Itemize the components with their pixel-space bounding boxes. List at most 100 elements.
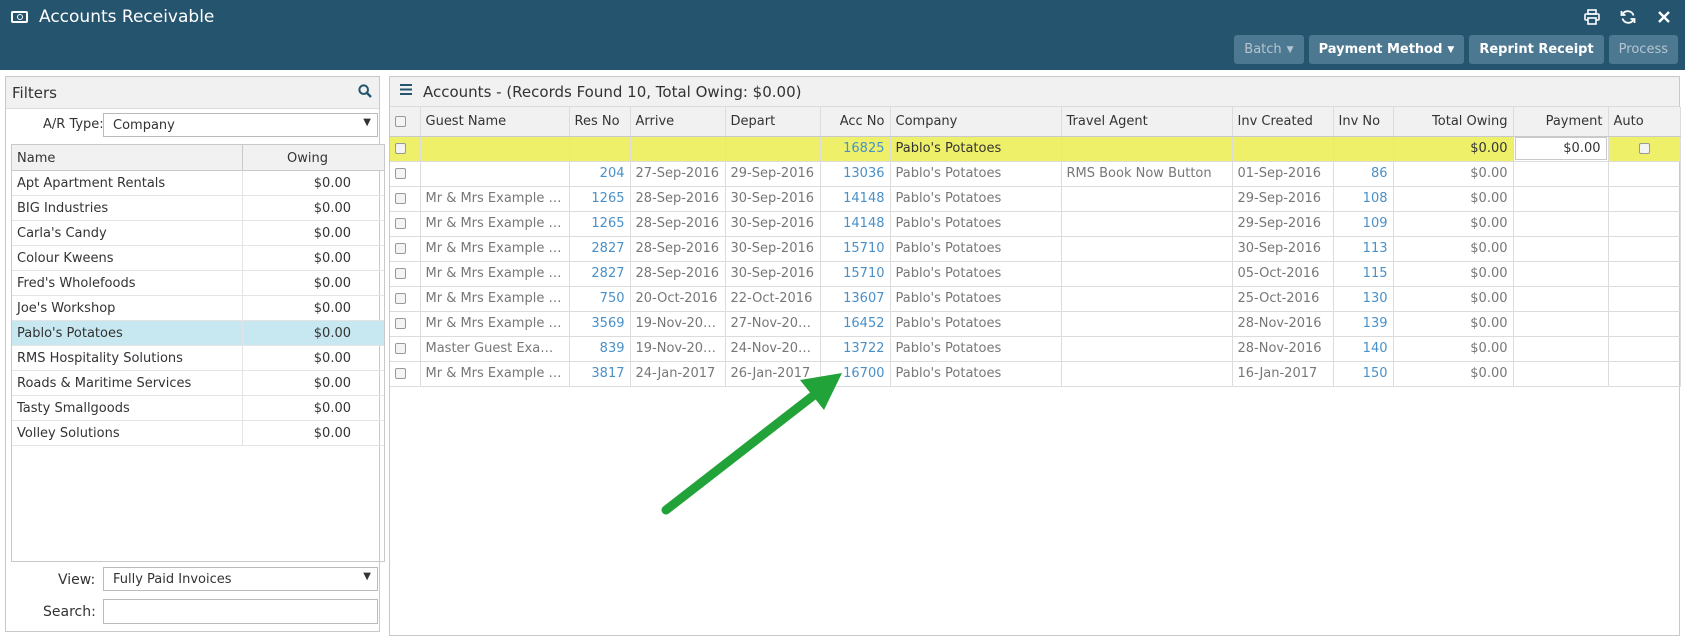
row-checkbox[interactable] <box>395 193 406 204</box>
search-icon[interactable] <box>358 83 372 102</box>
reprint-receipt-button[interactable]: Reprint Receipt <box>1469 35 1604 64</box>
accounts-table: Guest Name Res No Arrive Depart Acc No C… <box>390 107 1681 387</box>
close-icon[interactable] <box>1653 6 1675 28</box>
acc-no[interactable]: 15710 <box>820 236 891 262</box>
row-checkbox[interactable] <box>395 168 406 179</box>
list-item[interactable]: Fred's Wholefoods $0.00 <box>12 271 384 296</box>
row-checkbox[interactable] <box>395 218 406 229</box>
column-header-res-no[interactable]: Res No <box>569 107 631 137</box>
toolbar: Batch ▼ Payment Method ▼ Reprint Receipt P… <box>1234 35 1678 64</box>
row-checkbox[interactable] <box>395 268 406 279</box>
res-no[interactable]: 839 <box>569 336 631 362</box>
acc-no[interactable]: 13036 <box>820 161 891 187</box>
column-header-inv-created[interactable]: Inv Created <box>1232 107 1334 137</box>
hamburger-menu-icon[interactable] <box>400 84 412 99</box>
acc-no[interactable]: 13607 <box>820 286 891 312</box>
refresh-icon[interactable] <box>1617 6 1639 28</box>
row-checkbox[interactable] <box>395 318 406 329</box>
inv-no[interactable]: 109 <box>1333 211 1394 237</box>
acc-no[interactable]: 16700 <box>820 361 891 387</box>
summary-acc-no[interactable]: 16825 <box>820 136 891 162</box>
table-row[interactable]: Mr & Mrs Example G... 2827 28-Sep-2016 30-S… <box>390 236 1681 262</box>
res-no[interactable]: 204 <box>569 161 631 187</box>
ar-type-row: A/R Type: Company ▼ <box>6 113 379 139</box>
summary-checkbox[interactable] <box>395 143 406 154</box>
table-row[interactable]: Mr & Mrs Example G... 750 20-Oct-2016 22-Oc… <box>390 286 1681 312</box>
res-no[interactable]: 1265 <box>569 211 631 237</box>
payment-input[interactable]: $0.00 <box>1514 137 1607 160</box>
acc-no[interactable]: 14148 <box>820 211 891 237</box>
summary-row[interactable]: 16825 Pablo's Potatoes $0.00 $0.00 <box>390 136 1681 162</box>
column-header-depart[interactable]: Depart <box>725 107 821 137</box>
inv-created: 01-Sep-2016 <box>1232 161 1334 187</box>
column-header-inv-no[interactable]: Inv No <box>1333 107 1394 137</box>
column-header-arrive[interactable]: Arrive <box>630 107 726 137</box>
table-row[interactable]: Master Guest Example 839 19-Nov-2016 24-Nov… <box>390 336 1681 362</box>
acc-no[interactable]: 16452 <box>820 311 891 337</box>
table-row[interactable]: Mr & Mrs Example G... 2827 28-Sep-2016 30-S… <box>390 261 1681 287</box>
inv-no[interactable]: 108 <box>1333 186 1394 212</box>
search-input[interactable] <box>103 599 378 624</box>
arrive-date: 28-Sep-2016 <box>630 186 726 212</box>
list-item[interactable]: BIG Industries $0.00 <box>12 196 384 221</box>
res-no[interactable]: 750 <box>569 286 631 312</box>
table-row[interactable]: Mr & Mrs Example G... 3817 24-Jan-2017 26-J… <box>390 361 1681 387</box>
column-header-total-owing[interactable]: Total Owing <box>1393 107 1514 137</box>
row-checkbox[interactable] <box>395 293 406 304</box>
acc-no[interactable]: 13722 <box>820 336 891 362</box>
row-select-cell <box>390 161 421 187</box>
table-row[interactable]: Mr & Mrs Example G... 1265 28-Sep-2016 30-S… <box>390 186 1681 212</box>
view-select[interactable]: Fully Paid Invoices ▼ <box>103 567 378 591</box>
list-item[interactable]: Pablo's Potatoes $0.00 <box>12 321 384 346</box>
column-header-acc-no[interactable]: Acc No <box>820 107 891 137</box>
ar-type-select[interactable]: Company ▼ <box>103 113 378 137</box>
res-no[interactable]: 2827 <box>569 236 631 262</box>
list-item[interactable]: Colour Kweens $0.00 <box>12 246 384 271</box>
list-item[interactable]: RMS Hospitality Solutions $0.00 <box>12 346 384 371</box>
row-checkbox[interactable] <box>395 243 406 254</box>
batch-button[interactable]: Batch ▼ <box>1234 35 1304 64</box>
inv-created: 29-Sep-2016 <box>1232 186 1334 212</box>
column-header-guest-name[interactable]: Guest Name <box>420 107 570 137</box>
inv-no[interactable]: 150 <box>1333 361 1394 387</box>
table-row[interactable]: Mr & Mrs Example G... 3569 19-Nov-2016 27-N… <box>390 311 1681 337</box>
res-no[interactable]: 3817 <box>569 361 631 387</box>
list-item[interactable]: Roads & Maritime Services $0.00 <box>12 371 384 396</box>
column-header-company[interactable]: Company <box>890 107 1062 137</box>
list-item[interactable]: Carla's Candy $0.00 <box>12 221 384 246</box>
payment-cell <box>1513 186 1609 212</box>
guest-name: Mr & Mrs Example G... <box>420 361 570 387</box>
res-no[interactable]: 1265 <box>569 186 631 212</box>
inv-no[interactable]: 140 <box>1333 336 1394 362</box>
column-header-auto[interactable]: Auto <box>1608 107 1681 137</box>
table-row[interactable]: 204 27-Sep-2016 29-Sep-2016 13036 Pablo's Po… <box>390 161 1681 187</box>
list-item[interactable]: Apt Apartment Rentals $0.00 <box>12 171 384 196</box>
list-item[interactable]: Volley Solutions $0.00 <box>12 421 384 446</box>
inv-no[interactable]: 139 <box>1333 311 1394 337</box>
depart-date: 26-Jan-2017 <box>725 361 821 387</box>
process-button[interactable]: Process <box>1608 35 1678 64</box>
list-item[interactable]: Tasty Smallgoods $0.00 <box>12 396 384 421</box>
print-icon[interactable] <box>1581 6 1603 28</box>
inv-no[interactable]: 86 <box>1333 161 1394 187</box>
column-header-travel-agent[interactable]: Travel Agent <box>1061 107 1233 137</box>
list-item[interactable]: Joe's Workshop $0.00 <box>12 296 384 321</box>
summary-auto-cell <box>1608 136 1681 162</box>
res-no[interactable]: 2827 <box>569 261 631 287</box>
row-checkbox[interactable] <box>395 368 406 379</box>
payment-method-button[interactable]: Payment Method ▼ <box>1308 35 1465 64</box>
table-row[interactable]: Mr & Mrs Example G... 1265 28-Sep-2016 30-S… <box>390 211 1681 237</box>
res-no[interactable]: 3569 <box>569 311 631 337</box>
inv-no[interactable]: 115 <box>1333 261 1394 287</box>
acc-no[interactable]: 15710 <box>820 261 891 287</box>
row-checkbox[interactable] <box>395 343 406 354</box>
column-header-payment[interactable]: Payment <box>1513 107 1609 137</box>
inv-no[interactable]: 130 <box>1333 286 1394 312</box>
column-header-name[interactable]: Name <box>12 145 243 170</box>
acc-no[interactable]: 14148 <box>820 186 891 212</box>
company-owing: $0.00 <box>313 300 351 316</box>
column-header-owing[interactable]: Owing <box>243 145 355 170</box>
inv-no[interactable]: 113 <box>1333 236 1394 262</box>
select-all-checkbox[interactable] <box>395 115 406 127</box>
auto-checkbox[interactable] <box>1638 143 1650 154</box>
